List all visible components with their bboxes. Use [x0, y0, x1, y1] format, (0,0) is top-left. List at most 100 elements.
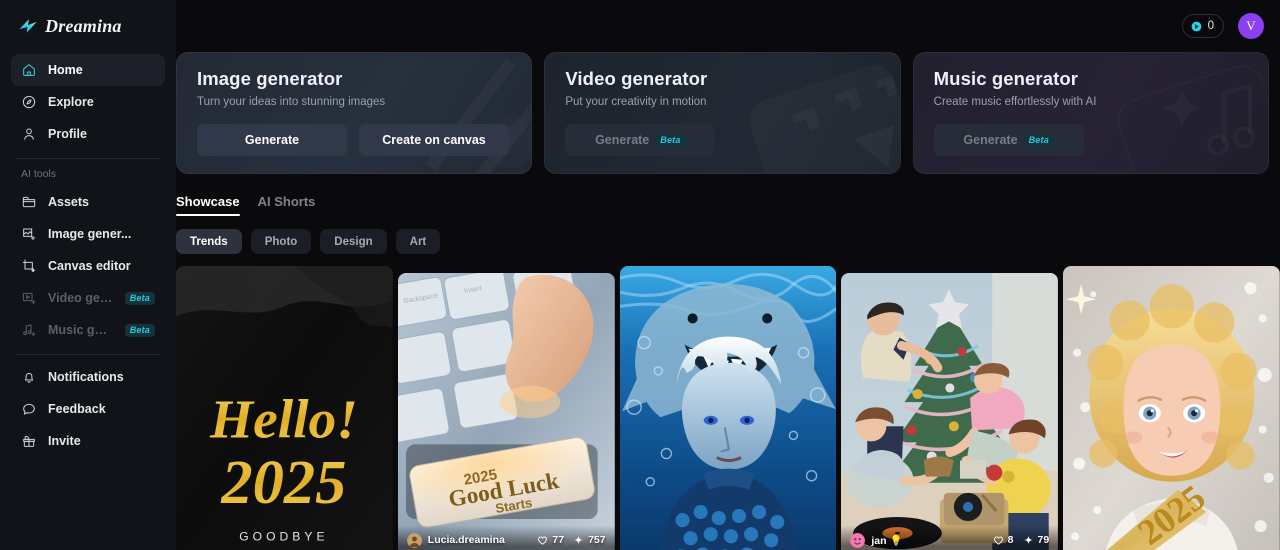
sidebar: Dreamina Home Explore Profile AI tools A… — [0, 0, 176, 550]
button-label: Generate — [595, 133, 650, 147]
gallery-card-hello-2025[interactable]: Hello! 2025 GOODBYE 2024 — [176, 266, 393, 550]
sidebar-item-assets[interactable]: Assets — [11, 186, 165, 218]
baby-2025-artwork-icon: 2025 — [1063, 266, 1280, 550]
sidebar-primary-nav: Home Explore Profile — [11, 54, 165, 150]
gallery-username[interactable]: Lucia.dreamina — [428, 534, 505, 546]
artwork-text-line2: 2025 — [220, 447, 346, 517]
sidebar-item-label: Image gener... — [48, 227, 132, 241]
topbar: 0 V — [176, 0, 1280, 52]
sidebar-item-label: Feedback — [48, 402, 106, 416]
brand[interactable]: Dreamina — [11, 0, 165, 52]
generate-button[interactable]: Generate Beta — [565, 124, 716, 156]
sidebar-item-explore[interactable]: Explore — [11, 86, 165, 118]
home-icon — [21, 62, 37, 78]
dreamina-app: Dreamina Home Explore Profile AI tools A… — [0, 0, 1280, 550]
avatar — [850, 532, 866, 548]
sidebar-item-music-generator[interactable]: Music gener... Beta — [11, 314, 165, 346]
gallery-card-vintage-christmas[interactable]: jan 💡 8 79 — [841, 273, 1059, 550]
sidebar-item-label: Music gener... — [48, 323, 114, 337]
chip-label: Art — [409, 235, 427, 248]
showcase-tabs: Showcase AI Shorts — [176, 194, 1280, 216]
sidebar-item-label: Profile — [48, 127, 87, 141]
gallery-card-baby-2025[interactable]: 2025 — [1063, 266, 1280, 550]
card-title: Music generator — [933, 68, 1079, 89]
card-title: Image generator — [197, 68, 343, 89]
credits-value: 0 — [1207, 20, 1214, 32]
showcase-gallery: Hello! 2025 GOODBYE 2024 — [176, 266, 1280, 550]
card-actions: Generate Beta — [933, 124, 1248, 156]
like-count: 8 — [1007, 534, 1014, 547]
tab-label: AI Shorts — [257, 194, 316, 209]
sidebar-tools-nav: Assets Image gener... Canvas editor Vide… — [11, 186, 165, 346]
artwork-text-line3: GOODBYE — [239, 529, 328, 543]
gallery-column: Backspace Insert 2025 Good Luck Starts L… — [397, 266, 615, 550]
gift-invite-icon — [21, 433, 37, 449]
music-generator-card[interactable]: Music generator Create music effortlessl… — [912, 52, 1269, 174]
beta-badge: Beta — [124, 291, 155, 305]
tab-ai-shorts[interactable]: AI Shorts — [258, 194, 316, 216]
sidebar-item-home[interactable]: Home — [11, 54, 165, 86]
gallery-username[interactable]: jan 💡 — [871, 534, 902, 547]
spark-icon — [574, 535, 583, 544]
avatar-initial: V — [1246, 18, 1256, 33]
generate-button[interactable]: Generate Beta — [933, 124, 1084, 156]
category-filter-chips: Trends Photo Design Art — [176, 229, 1280, 254]
credits-badge[interactable]: 0 — [1181, 14, 1224, 38]
heart-icon — [993, 536, 1003, 545]
avatar[interactable]: V — [1238, 13, 1264, 39]
sidebar-item-label: Home — [48, 63, 83, 77]
avatar — [406, 532, 422, 548]
chip-design[interactable]: Design — [320, 229, 387, 254]
heart-icon — [538, 536, 548, 545]
spark-stat[interactable]: 757 — [573, 534, 606, 546]
generate-button[interactable]: Generate — [197, 124, 347, 156]
spark-stat[interactable]: 79 — [1023, 534, 1049, 546]
sidebar-item-video-generator[interactable]: Video gener... Beta — [11, 282, 165, 314]
chip-art[interactable]: Art — [395, 229, 441, 254]
like-stat[interactable]: 77 — [537, 534, 564, 546]
sidebar-item-profile[interactable]: Profile — [11, 118, 165, 150]
artwork-vintage-christmas — [841, 273, 1059, 550]
keyboard-artwork-icon: Backspace Insert 2025 Good Luck Starts — [397, 273, 615, 550]
gallery-card-good-luck-keyboard[interactable]: Backspace Insert 2025 Good Luck Starts L… — [397, 273, 615, 550]
sidebar-item-invite[interactable]: Invite — [11, 425, 165, 457]
sidebar-section-label: AI tools — [21, 168, 57, 180]
card-subtitle: Create music effortlessly with AI — [933, 96, 1097, 108]
artwork-shark-man — [619, 266, 837, 550]
sidebar-item-label: Assets — [48, 195, 89, 209]
artwork-hello-2025: Hello! 2025 GOODBYE 2024 — [176, 266, 393, 550]
video-plus-icon — [21, 290, 37, 306]
sidebar-item-feedback[interactable]: Feedback — [11, 393, 165, 425]
gallery-column: jan 💡 8 79 — [841, 266, 1059, 550]
image-generator-card[interactable]: Image generator Turn your ideas into stu… — [176, 52, 533, 174]
like-stat[interactable]: 8 — [993, 534, 1014, 546]
card-title: Video generator — [565, 68, 708, 89]
compass-icon — [21, 94, 37, 110]
create-on-canvas-button[interactable]: Create on canvas — [359, 124, 509, 156]
chat-bubble-icon — [21, 401, 37, 417]
card-actions: Generate Beta — [565, 124, 879, 156]
tab-label: Showcase — [176, 194, 240, 209]
sidebar-item-label: Notifications — [48, 370, 124, 384]
chip-trends[interactable]: Trends — [176, 229, 242, 254]
shark-man-artwork-icon — [619, 266, 837, 550]
gallery-card-shark-man[interactable] — [619, 266, 837, 550]
tab-showcase[interactable]: Showcase — [176, 194, 240, 216]
sidebar-item-notifications[interactable]: Notifications — [11, 361, 165, 393]
button-label: Generate — [963, 133, 1018, 147]
chip-photo[interactable]: Photo — [250, 229, 312, 254]
sidebar-divider-top — [15, 158, 161, 159]
gallery-column — [619, 266, 837, 550]
beta-badge: Beta — [655, 133, 686, 147]
gallery-stats: 77 757 — [537, 534, 606, 546]
music-plus-icon — [21, 322, 37, 338]
dreamina-star-arrow-icon — [19, 19, 37, 33]
sidebar-item-label: Invite — [48, 434, 81, 448]
christmas-artwork-icon — [841, 273, 1059, 550]
card-subtitle: Put your creativity in motion — [565, 96, 707, 108]
video-generator-card[interactable]: Video generator Put your creativity in m… — [544, 52, 901, 174]
sidebar-item-canvas-editor[interactable]: Canvas editor — [11, 250, 165, 282]
hello-2025-artwork-icon: Hello! 2025 GOODBYE 2024 — [176, 266, 393, 550]
sidebar-item-image-generator[interactable]: Image gener... — [11, 218, 165, 250]
spark-icon — [1023, 535, 1033, 544]
